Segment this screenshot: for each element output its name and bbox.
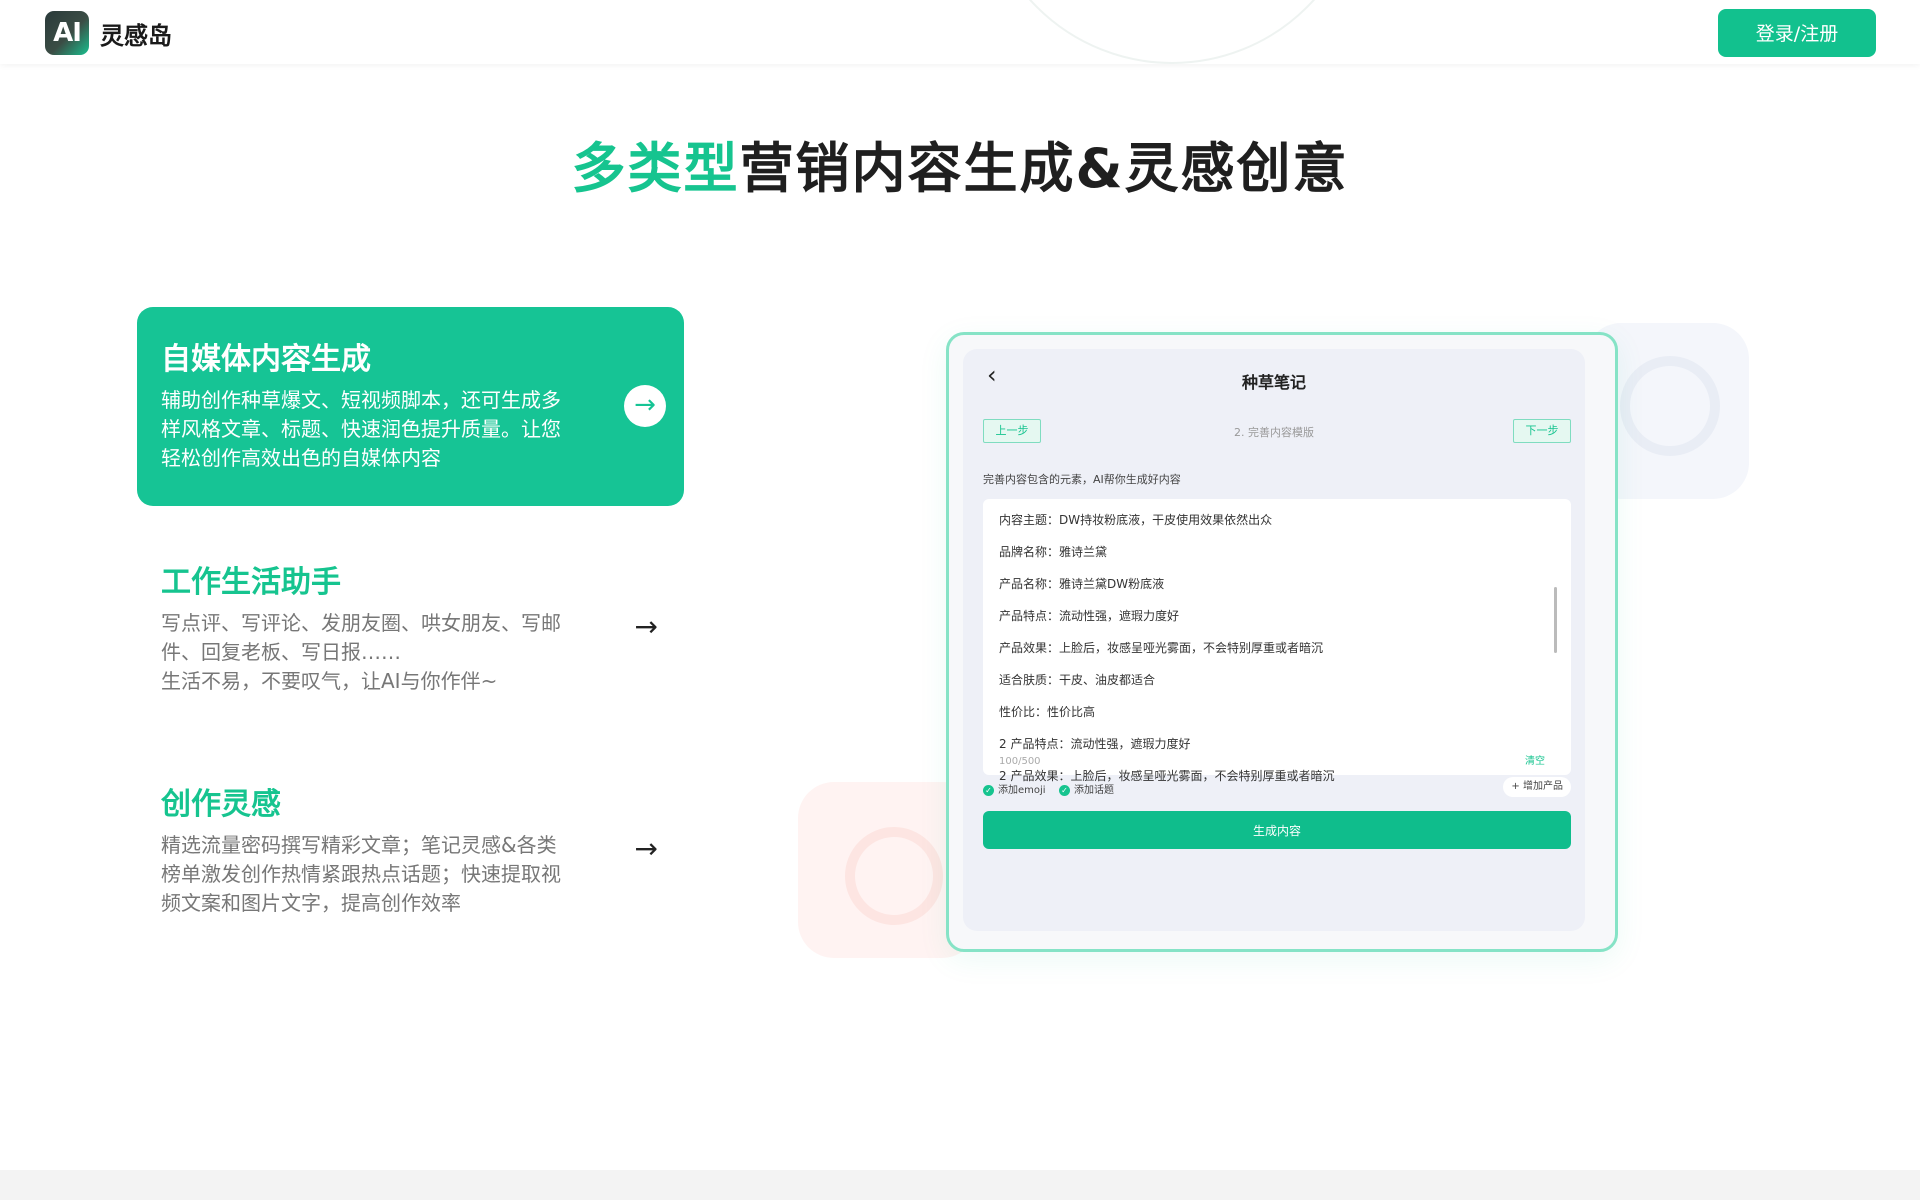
content-line: 品牌名称：雅诗兰黛: [999, 545, 1108, 559]
login-register-button[interactable]: 登录/注册: [1718, 9, 1876, 57]
clear-button[interactable]: 清空: [1525, 752, 1545, 767]
footer-strip: [0, 1170, 1920, 1200]
check-icon: ✓: [1059, 784, 1070, 796]
decorative-arc: [980, 0, 1364, 64]
option-emoji[interactable]: ✓ 添加emoji: [983, 781, 1046, 796]
page-title: 多类型营销内容生成&灵感创意: [0, 124, 1920, 203]
logo-icon[interactable]: AI: [45, 11, 89, 55]
char-counter: 100/500: [999, 756, 1041, 767]
arrow-right-icon[interactable]: →: [635, 610, 658, 643]
option-label: 添加话题: [1074, 785, 1114, 796]
content-line: 2 产品特点：流动性强，遮瑕力度好: [999, 737, 1191, 751]
next-step-button[interactable]: 下一步: [1513, 419, 1571, 443]
brand-name[interactable]: 灵感岛: [100, 16, 172, 51]
magnifier-icon: [845, 827, 943, 925]
content-textarea[interactable]: 内容主题：DW持妆粉底液，干皮使用效果依然出众 品牌名称：雅诗兰黛 产品名称：雅…: [983, 499, 1571, 783]
add-product-button[interactable]: + 增加产品: [1503, 777, 1571, 797]
generate-button[interactable]: 生成内容: [983, 811, 1571, 849]
mockup-screen: ‹ 种草笔记 上一步 2. 完善内容模版 下一步 完善内容包含的元素，AI帮你生…: [963, 349, 1585, 931]
feature-card-assistant[interactable]: 工作生活助手 写点评、写评论、发朋友圈、哄女朋友、写邮 件、回复老板、写日报………: [137, 530, 684, 710]
mockup-title: 种草笔记: [1241, 373, 1306, 392]
top-header: AI 灵感岛 登录/注册: [0, 0, 1920, 64]
title-highlight: 多类型: [571, 137, 740, 200]
step-indicator: 2. 完善内容模版: [1234, 426, 1314, 439]
arrow-right-icon[interactable]: →: [635, 832, 658, 865]
option-topic[interactable]: ✓ 添加话题: [1059, 781, 1114, 796]
feature-card-media[interactable]: 自媒体内容生成 辅助创作种草爆文、短视频脚本，还可生成多 样风格文章、标题、快速…: [137, 307, 684, 506]
tablet-mockup: ‹ 种草笔记 上一步 2. 完善内容模版 下一步 完善内容包含的元素，AI帮你生…: [946, 332, 1618, 952]
scrollbar[interactable]: [1554, 587, 1557, 653]
plus-icon: +: [1511, 781, 1520, 792]
feature-card-inspiration[interactable]: 创作灵感 精选流量密码撰写精彩文章；笔记灵感&各类 榜单激发创作热情紧跟热点话题…: [137, 752, 684, 932]
feature-title: 自媒体内容生成: [161, 342, 371, 377]
content-line: 2 产品效果：上脸后，妆感呈哑光雾面，不会特别厚重或者暗沉: [999, 769, 1335, 783]
hint-text: 完善内容包含的元素，AI帮你生成好内容: [983, 473, 1181, 486]
check-icon: ✓: [983, 784, 994, 796]
feature-title: 工作生活助手: [161, 565, 341, 600]
title-rest: 营销内容生成&灵感创意: [739, 137, 1349, 200]
feature-desc: 辅助创作种草爆文、短视频脚本，还可生成多 样风格文章、标题、快速润色提升质量。让…: [161, 388, 561, 470]
content-line: 性价比：性价比高: [999, 705, 1096, 719]
content-line: 产品效果：上脸后，妆感呈哑光雾面，不会特别厚重或者暗沉: [999, 641, 1324, 655]
content-line: 适合肤质：干皮、油皮都适合: [999, 673, 1156, 687]
feature-title: 创作灵感: [161, 787, 281, 822]
content-line: 产品名称：雅诗兰黛DW粉底液: [999, 577, 1165, 591]
arrow-right-icon[interactable]: →: [624, 385, 666, 427]
content-line: 产品特点：流动性强，遮瑕力度好: [999, 609, 1180, 623]
add-product-label: 增加产品: [1523, 781, 1563, 792]
lightbulb-icon: [1620, 356, 1720, 456]
content-line: 内容主题：DW持妆粉底液，干皮使用效果依然出众: [999, 513, 1273, 527]
feature-desc: 写点评、写评论、发朋友圈、哄女朋友、写邮 件、回复老板、写日报…… 生活不易，不…: [161, 611, 561, 693]
option-label: 添加emoji: [998, 785, 1046, 796]
feature-desc: 精选流量密码撰写精彩文章；笔记灵感&各类 榜单激发创作热情紧跟热点话题；快速提取…: [161, 833, 561, 915]
